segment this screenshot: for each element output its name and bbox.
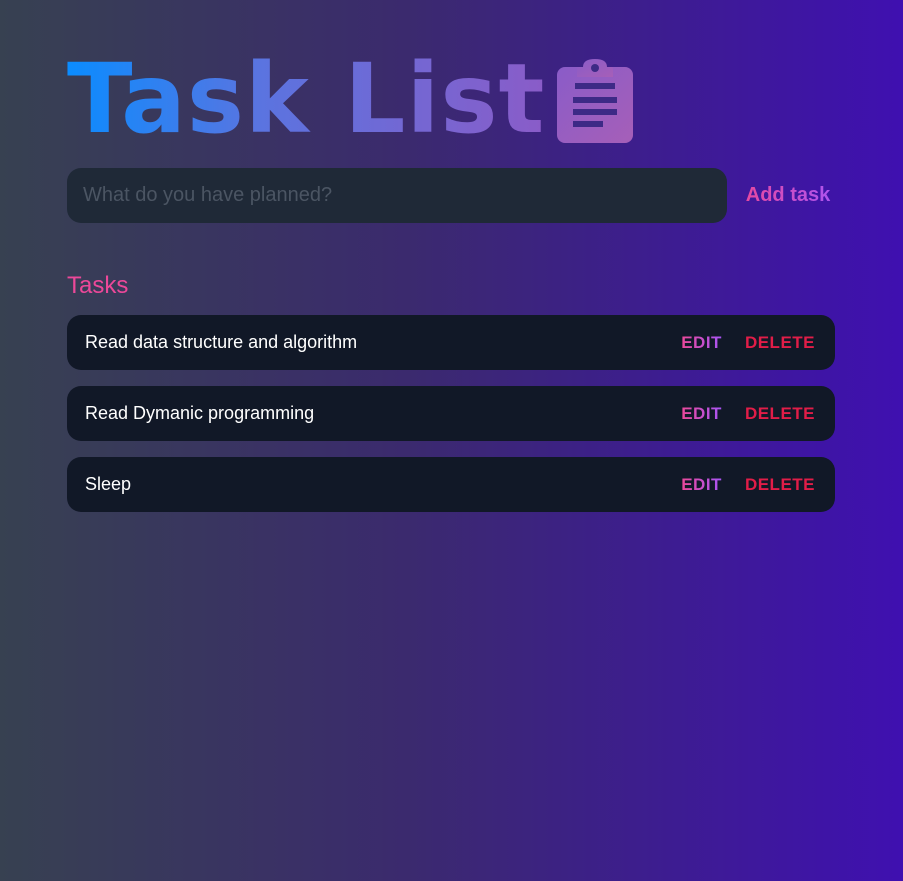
task-text: Read Dymanic programming xyxy=(85,403,315,423)
task-item: Read Dymanic programming EDIT DELETE xyxy=(67,386,835,441)
new-task-input[interactable] xyxy=(67,168,727,223)
task-actions: EDIT DELETE xyxy=(681,457,815,512)
task-item: Sleep EDIT DELETE xyxy=(67,457,835,512)
task-list: Read data structure and algorithm EDIT D… xyxy=(67,315,835,528)
edit-task-button[interactable]: EDIT xyxy=(681,475,722,495)
header: Task List xyxy=(67,43,634,155)
task-text: Sleep xyxy=(85,474,132,494)
clipboard-list-icon xyxy=(557,59,634,143)
tasks-heading: Tasks xyxy=(67,272,129,299)
task-text: Read data structure and algorithm xyxy=(85,332,358,352)
edit-task-button[interactable]: EDIT xyxy=(681,333,722,353)
add-task-button[interactable]: Add task xyxy=(737,168,839,223)
task-item: Read data structure and algorithm EDIT D… xyxy=(67,315,835,370)
task-actions: EDIT DELETE xyxy=(681,386,815,441)
edit-task-button[interactable]: EDIT xyxy=(681,404,722,424)
delete-task-button[interactable]: DELETE xyxy=(745,475,815,495)
page-title: Task List xyxy=(67,43,546,155)
task-actions: EDIT DELETE xyxy=(681,315,815,370)
new-task-form: Add task xyxy=(67,168,835,223)
delete-task-button[interactable]: DELETE xyxy=(745,333,815,353)
delete-task-button[interactable]: DELETE xyxy=(745,404,815,424)
